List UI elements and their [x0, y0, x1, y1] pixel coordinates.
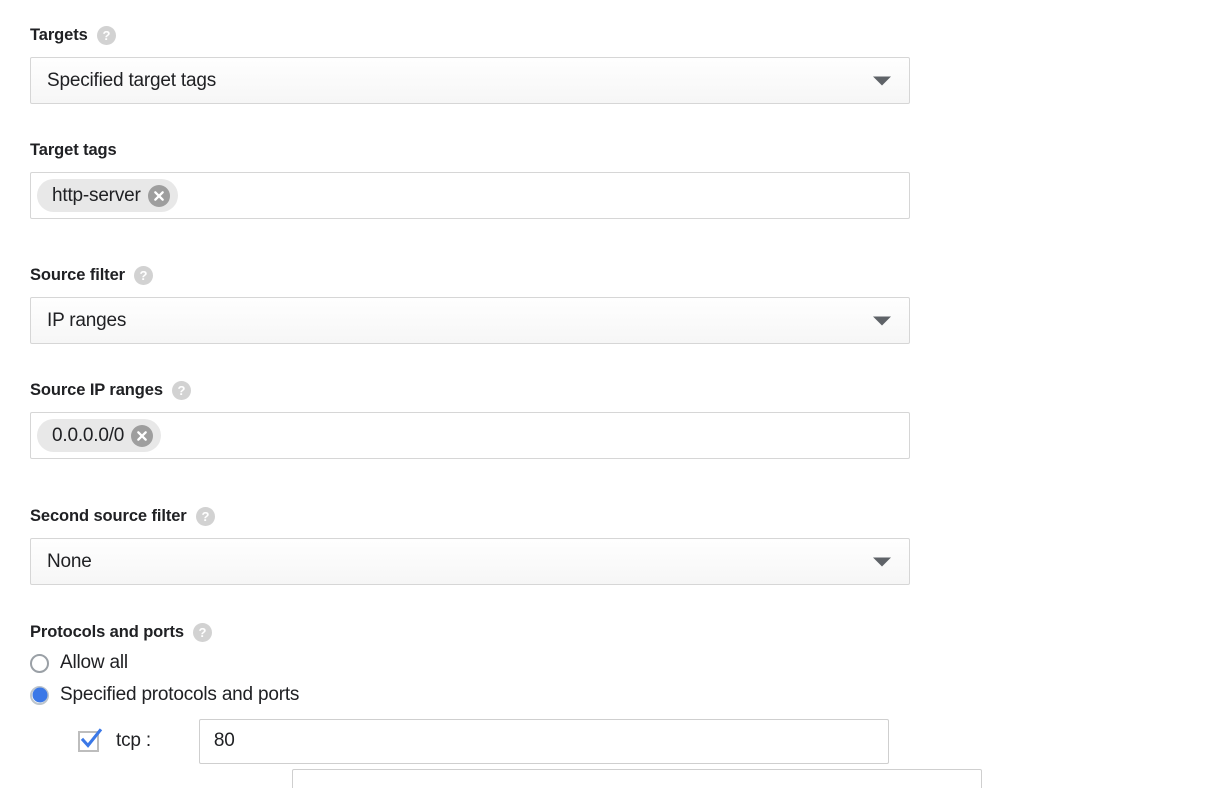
targets-selected-value: Specified target tags [47, 69, 217, 91]
close-icon[interactable] [147, 184, 170, 207]
tcp-ports-value: 80 [213, 730, 235, 751]
second-source-filter-label: Second source filter [30, 506, 187, 525]
source-filter-select[interactable]: IP ranges [30, 297, 910, 344]
firewall-rule-form: Targets ? Specified target tags Target t… [0, 0, 1226, 788]
protocols-and-ports-label: Protocols and ports [30, 622, 184, 641]
chevron-down-icon [873, 76, 891, 85]
radio-button-selected[interactable] [30, 685, 49, 705]
help-icon[interactable]: ? [96, 25, 116, 45]
radio-option-specified-protocols-and-ports[interactable]: Specified protocols and ports [30, 680, 982, 710]
targets-label: Targets [30, 25, 88, 44]
chevron-down-icon [873, 557, 891, 566]
source-ip-ranges-input[interactable]: 0.0.0.0/0 [30, 412, 910, 459]
tcp-ports-input[interactable]: 80 [198, 718, 889, 764]
svg-text:?: ? [140, 268, 148, 283]
help-icon[interactable]: ? [171, 380, 191, 400]
targets-field-group: Targets ? Specified target tags [30, 24, 910, 104]
source-ip-ranges-field-group: Source IP ranges ? 0.0.0.0/0 [30, 379, 910, 459]
chip-label: 0.0.0.0/0 [52, 424, 125, 446]
targets-label-row: Targets ? [30, 24, 910, 46]
radio-label: Allow all [60, 652, 128, 673]
target-tags-label: Target tags [30, 140, 117, 159]
checkbox-tcp[interactable] [78, 727, 103, 752]
secondary-ports-input[interactable] [292, 768, 982, 788]
source-ip-ranges-label-row: Source IP ranges ? [30, 379, 910, 401]
source-filter-label-row: Source filter ? [30, 264, 910, 286]
protocol-name-tcp: tcp : [116, 730, 151, 751]
chip-label: http-server [52, 184, 141, 206]
radio-label: Specified protocols and ports [60, 684, 300, 705]
svg-text:?: ? [201, 509, 209, 524]
protocols-and-ports-label-row: Protocols and ports ? [30, 621, 982, 643]
target-tags-input[interactable]: http-server [30, 172, 910, 219]
target-tags-field-group: Target tags http-server [30, 139, 910, 219]
protocol-row-secondary [78, 768, 982, 788]
second-source-filter-field-group: Second source filter ? None [30, 505, 910, 585]
svg-text:?: ? [198, 625, 206, 640]
source-filter-label: Source filter [30, 265, 125, 284]
svg-text:?: ? [102, 28, 110, 43]
target-tags-label-row: Target tags [30, 139, 910, 161]
chevron-down-icon [873, 316, 891, 325]
source-filter-selected-value: IP ranges [47, 309, 127, 331]
second-source-filter-select[interactable]: None [30, 538, 910, 585]
svg-text:?: ? [177, 383, 185, 398]
protocol-row-tcp: tcp : 80 [78, 718, 982, 764]
help-icon[interactable]: ? [133, 265, 153, 285]
close-icon[interactable] [131, 424, 154, 447]
help-icon[interactable]: ? [192, 622, 212, 642]
radio-option-allow-all[interactable]: Allow all [30, 648, 982, 678]
chip: 0.0.0.0/0 [37, 419, 162, 452]
targets-select[interactable]: Specified target tags [30, 57, 910, 104]
source-filter-field-group: Source filter ? IP ranges [30, 264, 910, 344]
second-source-filter-label-row: Second source filter ? [30, 505, 910, 527]
second-source-filter-selected-value: None [47, 550, 92, 572]
radio-button-unselected[interactable] [30, 653, 49, 673]
chip: http-server [37, 179, 178, 212]
source-ip-ranges-label: Source IP ranges [30, 380, 163, 399]
checkmark-icon [80, 727, 103, 748]
protocols-and-ports-field-group: Protocols and ports ? Allow all Specifie… [30, 621, 982, 788]
help-icon[interactable]: ? [195, 506, 215, 526]
